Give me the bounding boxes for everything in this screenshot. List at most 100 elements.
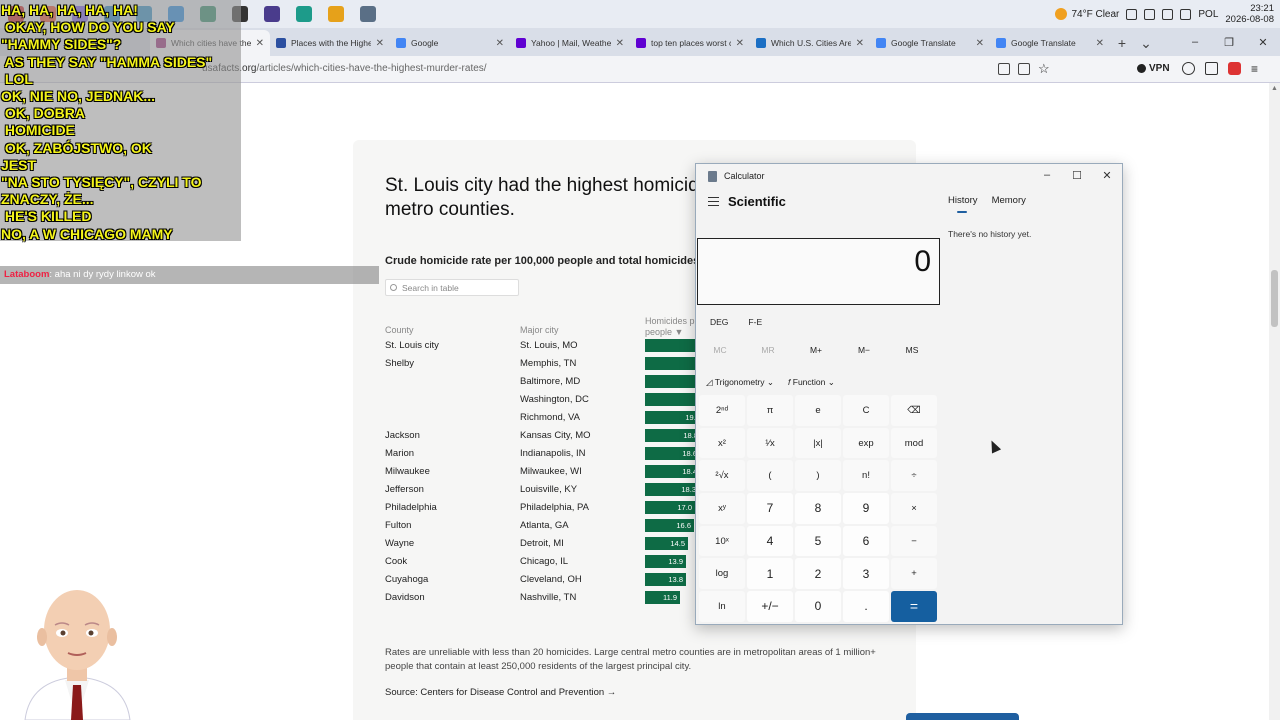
backspace-button[interactable]: ⌫ <box>891 395 937 426</box>
factorial-button[interactable]: n! <box>843 460 889 492</box>
bookmark-star-icon[interactable]: ☆ <box>1038 61 1050 77</box>
negate-button[interactable]: +/− <box>747 591 793 622</box>
url-field[interactable]: usafacts.org/articles/which-cities-have-… <box>202 63 487 74</box>
restore-button[interactable]: ❐ <box>1212 28 1246 56</box>
reader-mode-icon[interactable] <box>998 63 1010 75</box>
tab-close-icon[interactable]: ✕ <box>256 38 264 49</box>
rate-bar: 13.8 <box>645 573 686 586</box>
close-paren-button[interactable]: ) <box>795 460 841 492</box>
plus-button[interactable]: + <box>891 558 937 590</box>
divide-button[interactable]: ÷ <box>891 460 937 492</box>
vpn-button[interactable]: VPN <box>1137 63 1170 74</box>
trigonometry-dropdown[interactable]: ◿ Trigonometry ⌄ <box>706 377 774 388</box>
new-tab-button[interactable]: + <box>1110 30 1134 56</box>
digit-1-button[interactable]: 1 <box>747 558 793 590</box>
scroll-up-arrow-icon[interactable]: ▲ <box>1271 85 1278 92</box>
calc-close-button[interactable]: ✕ <box>1092 164 1122 186</box>
fe-button[interactable]: F-E <box>748 317 762 327</box>
calc-minimize-button[interactable]: – <box>1032 164 1062 186</box>
open-paren-button[interactable]: ( <box>747 460 793 492</box>
volume-icon[interactable] <box>1180 8 1192 20</box>
power-button[interactable]: xʸ <box>699 493 745 524</box>
screenshot-icon[interactable] <box>1018 63 1030 75</box>
square-button[interactable]: x² <box>699 427 745 459</box>
account-icon[interactable] <box>1182 62 1195 75</box>
notification-badge-icon[interactable] <box>1228 62 1241 75</box>
source-link[interactable]: Source: Centers for Disease Control and … <box>385 687 616 698</box>
table-search-input[interactable]: Search in table <box>385 279 519 296</box>
tab-close-icon[interactable]: ✕ <box>976 38 984 49</box>
tab-history[interactable]: History <box>948 195 978 213</box>
multiply-button[interactable]: × <box>891 493 937 524</box>
digit-7-button[interactable]: 7 <box>747 493 793 524</box>
browser-tab[interactable]: Google Translate ✕ <box>870 30 990 56</box>
digit-0-button[interactable]: 0 <box>795 591 841 622</box>
clear-button[interactable]: C <box>843 395 889 426</box>
mod-button[interactable]: mod <box>891 427 937 459</box>
deg-button[interactable]: DEG <box>710 317 728 327</box>
tab-close-icon[interactable]: ✕ <box>616 38 624 49</box>
browser-tab[interactable]: top ten places worst cr ✕ <box>630 30 750 56</box>
floating-button[interactable] <box>906 713 1019 720</box>
network-icon[interactable] <box>1162 8 1174 20</box>
memory-button-mplus[interactable]: M+ <box>792 345 840 355</box>
equals-button[interactable]: = <box>891 591 937 622</box>
calc-maximize-button[interactable]: ☐ <box>1062 164 1092 186</box>
browser-tab[interactable]: Google ✕ <box>390 30 510 56</box>
memory-button-mminus[interactable]: M− <box>840 345 888 355</box>
extensions-icon[interactable] <box>1205 62 1218 75</box>
decimal-button[interactable]: . <box>843 591 889 622</box>
close-window-button[interactable]: ✕ <box>1246 28 1280 56</box>
scrollbar-thumb[interactable] <box>1271 270 1278 327</box>
menu-icon[interactable]: ≡ <box>1251 62 1258 76</box>
winamp-icon[interactable] <box>323 3 349 25</box>
reciprocal-button[interactable]: ¹⁄x <box>747 427 793 459</box>
county-header[interactable]: County <box>385 325 414 335</box>
browser-tab[interactable]: Places with the Highes ✕ <box>270 30 390 56</box>
page-scrollbar[interactable]: ▲ <box>1269 83 1280 720</box>
ln-button[interactable]: ln <box>699 591 745 622</box>
digit-3-button[interactable]: 3 <box>843 558 889 590</box>
rate-header[interactable]: Homicides p people ▼ <box>645 316 695 338</box>
edge-icon[interactable] <box>291 3 317 25</box>
tab-close-icon[interactable]: ✕ <box>496 38 504 49</box>
chromium-icon[interactable] <box>259 3 285 25</box>
language-indicator[interactable]: POL <box>1198 9 1218 20</box>
clock[interactable]: 23:21 2026-08-08 <box>1225 3 1274 25</box>
digit-8-button[interactable]: 8 <box>795 493 841 524</box>
minimize-button[interactable]: – <box>1178 28 1212 56</box>
tab-close-icon[interactable]: ✕ <box>376 38 384 49</box>
microphone-icon[interactable] <box>1144 8 1156 20</box>
second-button[interactable]: 2ⁿᵈ <box>699 395 745 426</box>
weather-widget[interactable]: 74°F Clear <box>1055 8 1119 20</box>
digit-6-button[interactable]: 6 <box>843 525 889 557</box>
memory-button-ms[interactable]: MS <box>888 345 936 355</box>
log-button[interactable]: log <box>699 558 745 590</box>
digit-4-button[interactable]: 4 <box>747 525 793 557</box>
tab-close-icon[interactable]: ✕ <box>856 38 864 49</box>
ten-power-button[interactable]: 10ˣ <box>699 525 745 557</box>
tab-close-icon[interactable]: ✕ <box>736 38 744 49</box>
hamburger-menu-icon[interactable] <box>708 197 719 206</box>
tab-close-icon[interactable]: ✕ <box>1096 38 1104 49</box>
calculator-icon[interactable] <box>355 3 381 25</box>
digit-5-button[interactable]: 5 <box>795 525 841 557</box>
digit-2-button[interactable]: 2 <box>795 558 841 590</box>
minus-button[interactable]: − <box>891 525 937 557</box>
tab-memory[interactable]: Memory <box>992 195 1026 206</box>
pi-button[interactable]: π <box>747 395 793 426</box>
e-button[interactable]: e <box>795 395 841 426</box>
digit-9-button[interactable]: 9 <box>843 493 889 524</box>
rate-bar: 17.0 <box>645 501 695 514</box>
abs-button[interactable]: |x| <box>795 427 841 459</box>
browser-tab[interactable]: Which U.S. Cities Are th ✕ <box>750 30 870 56</box>
browser-tab[interactable]: Yahoo | Mail, Weather, ✕ <box>510 30 630 56</box>
tab-list-chevron-icon[interactable]: ⌄ <box>1134 30 1158 56</box>
function-dropdown[interactable]: f Function ⌄ <box>788 377 835 388</box>
keypad: 2ⁿᵈ π e C ⌫ x² ¹⁄x |x| exp mod ²√x() n! ÷ xʸ 7 8 9 × 10ˣ 4 5… <box>699 395 939 622</box>
exp-button[interactable]: exp <box>843 427 889 459</box>
chevron-up-icon[interactable] <box>1126 8 1138 20</box>
city-header[interactable]: Major city <box>520 325 559 335</box>
browser-tab[interactable]: Google Translate ✕ <box>990 30 1110 56</box>
sqrt-button[interactable]: ²√x <box>699 460 745 492</box>
